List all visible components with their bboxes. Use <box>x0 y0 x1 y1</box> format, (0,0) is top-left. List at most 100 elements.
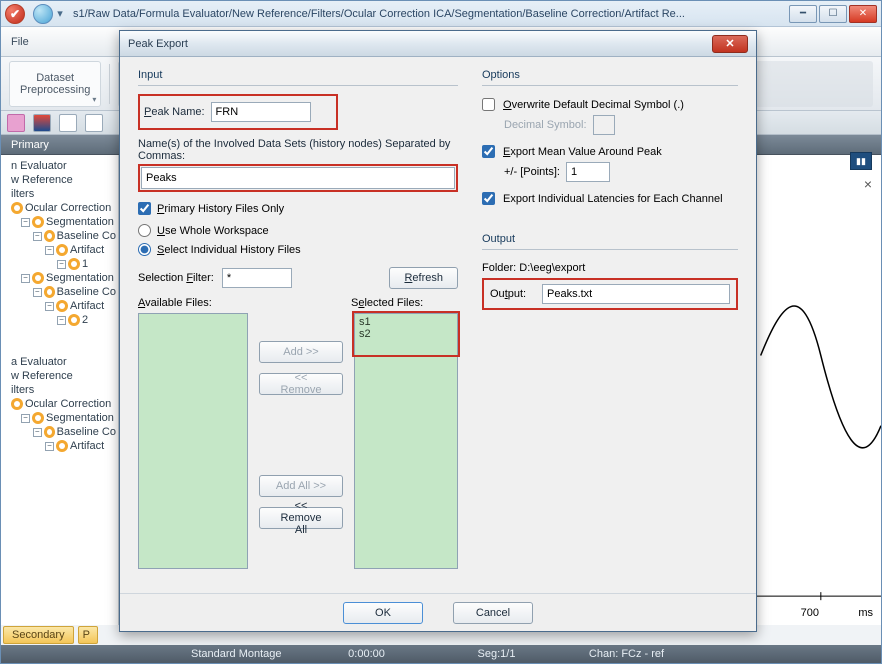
status-segment: Seg:1/1 <box>452 648 542 660</box>
maximize-button[interactable]: ☐ <box>819 5 847 23</box>
gear-icon <box>68 258 80 270</box>
collapse-icon[interactable]: − <box>33 428 42 437</box>
selected-files-list[interactable]: s1 s2 <box>354 313 458 569</box>
remove-button[interactable]: << Remove <box>259 373 343 395</box>
peak-name-highlight: Peak Name: <box>138 94 338 130</box>
cancel-button[interactable]: Cancel <box>453 602 533 624</box>
output-group-label: Output <box>482 233 738 245</box>
tool-icon-4[interactable] <box>85 114 103 132</box>
list-item[interactable]: s1 <box>357 316 455 328</box>
tree-item: w Reference <box>3 369 116 383</box>
overwrite-decimal-checkbox[interactable] <box>482 98 495 111</box>
panel-close-icon[interactable]: × <box>864 176 872 192</box>
menu-file[interactable]: File <box>11 36 29 48</box>
close-window-button[interactable]: ✕ <box>849 5 877 23</box>
x-tick-label: 700 <box>801 607 819 619</box>
collapse-icon[interactable]: − <box>21 218 30 227</box>
minimize-button[interactable]: ━ <box>789 5 817 23</box>
input-group-label: Input <box>138 69 458 81</box>
collapse-icon[interactable]: − <box>21 274 30 283</box>
gear-icon <box>56 440 68 452</box>
export-mean-label: Export Mean Value Around Peak <box>503 146 662 158</box>
tree-item: ilters <box>3 383 116 397</box>
dialog-titlebar: Peak Export ✕ <box>120 31 756 57</box>
refresh-button[interactable]: Refresh <box>389 267 458 289</box>
export-mean-checkbox[interactable] <box>482 145 495 158</box>
gear-icon <box>11 202 23 214</box>
tree-item: −Artifact <box>3 299 116 313</box>
tree-item: −Baseline Co <box>3 285 116 299</box>
tree-item: −Segmentation <box>3 411 116 425</box>
pause-icon[interactable]: ▮▮ <box>850 152 872 170</box>
tree-item: n Evaluator <box>3 159 116 173</box>
decimal-symbol-input <box>593 115 615 135</box>
ok-button[interactable]: OK <box>343 602 423 624</box>
dialog-close-button[interactable]: ✕ <box>712 35 748 53</box>
datasets-label: Name(s) of the Involved Data Sets (histo… <box>138 138 458 162</box>
gear-icon <box>56 244 68 256</box>
peak-name-label: Peak Name: <box>144 106 205 118</box>
datasets-input[interactable] <box>141 167 455 189</box>
peak-name-input[interactable] <box>211 102 311 122</box>
remove-all-button[interactable]: << Remove All <box>259 507 343 529</box>
secondary-tabs: Secondary P <box>3 625 98 645</box>
output-highlight: Output: <box>482 278 738 310</box>
collapse-icon[interactable]: − <box>21 414 30 423</box>
tree-item: −Artifact <box>3 243 116 257</box>
gear-icon <box>32 216 44 228</box>
tool-icon-2[interactable] <box>33 114 51 132</box>
export-latencies-label: Export Individual Latencies for Each Cha… <box>503 193 723 205</box>
add-button[interactable]: Add >> <box>259 341 343 363</box>
ribbon-dataset-preprocessing[interactable]: Dataset Preprocessing ▾ <box>9 61 101 107</box>
globe-icon[interactable] <box>33 4 53 24</box>
collapse-icon[interactable]: − <box>33 232 42 241</box>
options-group-label: Options <box>482 69 738 81</box>
ribbon-dataset-label: Dataset Preprocessing <box>20 72 90 96</box>
gear-icon <box>56 300 68 312</box>
status-time: 0:00:00 <box>322 648 412 660</box>
decimal-symbol-label: Decimal Symbol: <box>504 119 587 131</box>
collapse-icon[interactable]: − <box>45 302 54 311</box>
tree-item: −Artifact <box>3 439 116 453</box>
output-label: Output: <box>490 288 532 300</box>
tree-item: a Evaluator <box>3 355 116 369</box>
add-all-button[interactable]: Add All >> <box>259 475 343 497</box>
list-item[interactable]: s2 <box>357 328 455 340</box>
selected-files-label: Selected Files: <box>351 297 458 309</box>
gear-icon <box>32 412 44 424</box>
select-individual-radio[interactable] <box>138 243 151 256</box>
dialog-title: Peak Export <box>128 38 188 50</box>
nav-caret-icon[interactable]: ▾ <box>55 7 65 20</box>
collapse-icon[interactable]: − <box>33 288 42 297</box>
history-tree[interactable]: n Evaluator w Reference ilters Ocular Co… <box>1 155 119 625</box>
collapse-icon[interactable]: − <box>57 316 66 325</box>
gear-icon <box>32 272 44 284</box>
points-input[interactable] <box>566 162 610 182</box>
overwrite-decimal-label: Overwrite Default Decimal Symbol (.) <box>503 99 684 111</box>
peak-export-dialog: Peak Export ✕ Input Peak Name: Name(s) o… <box>119 30 757 632</box>
x-unit-label: ms <box>858 607 873 619</box>
selection-filter-input[interactable] <box>222 268 292 288</box>
select-individual-label: Select Individual History Files <box>157 244 301 256</box>
primary-only-checkbox[interactable] <box>138 202 151 215</box>
ribbon-separator <box>109 64 110 104</box>
tab-secondary[interactable]: Secondary <box>3 626 74 644</box>
gear-icon <box>11 398 23 410</box>
points-label: +/- [Points]: <box>504 166 560 178</box>
export-latencies-checkbox[interactable] <box>482 192 495 205</box>
gear-icon <box>44 426 55 438</box>
use-whole-workspace-radio[interactable] <box>138 224 151 237</box>
back-nav-icon[interactable]: ✔ <box>5 4 25 24</box>
tool-magnifier-icon[interactable] <box>59 114 77 132</box>
tab-p[interactable]: P <box>78 626 98 644</box>
collapse-icon[interactable]: − <box>45 246 54 255</box>
collapse-icon[interactable]: − <box>57 260 66 269</box>
available-files-list[interactable] <box>138 313 248 569</box>
gear-icon <box>68 314 80 326</box>
main-titlebar: ✔ ▾ s1/Raw Data/Formula Evaluator/New Re… <box>1 1 881 27</box>
collapse-icon[interactable]: − <box>45 442 54 451</box>
tree-item: Ocular Correction <box>3 397 116 411</box>
breadcrumb-path: s1/Raw Data/Formula Evaluator/New Refere… <box>73 8 789 20</box>
tool-icon-1[interactable] <box>7 114 25 132</box>
output-filename-input[interactable] <box>542 284 730 304</box>
